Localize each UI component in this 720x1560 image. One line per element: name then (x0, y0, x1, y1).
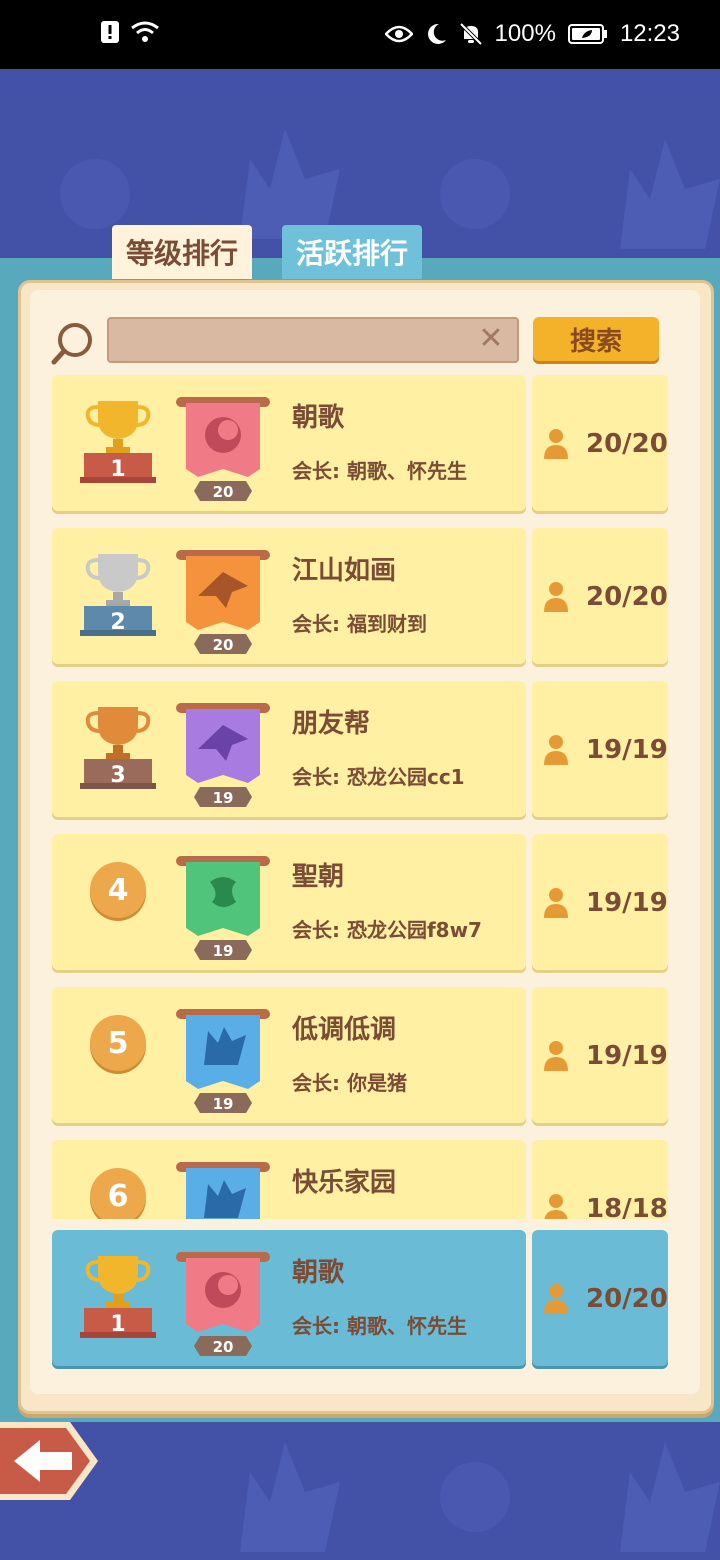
silver-trophy-icon: 2 (80, 554, 156, 636)
rank-badge: 4 (90, 862, 146, 918)
guild-banner: 19 (176, 703, 270, 807)
paw-print-icon (60, 159, 130, 229)
member-icon (544, 1284, 568, 1314)
ranking-row-main: 2 20 江山如画 会长: 福到财到 (52, 528, 526, 664)
back-button[interactable] (0, 1418, 100, 1504)
member-icon (544, 1194, 568, 1219)
member-count: 20/20 (586, 1284, 668, 1314)
member-count: 19/19 (586, 735, 668, 765)
ranking-row-main: 4 19 聖朝 会长: 恐龙公园f8w7 (52, 834, 526, 970)
clear-search-icon[interactable]: ✕ (475, 323, 507, 355)
guild-name: 朋友帮 (292, 709, 371, 739)
guild-leader: 会长: 你是猪 (292, 1071, 407, 1095)
status-left (100, 20, 160, 44)
ranking-row[interactable]: 3 19 朋友帮 会长: 恐龙公园cc1 19/19 (52, 681, 668, 819)
guild-level: 19 (213, 789, 234, 807)
eye-icon (384, 25, 413, 43)
mute-icon (459, 22, 482, 46)
alert-icon (101, 21, 119, 43)
ranking-row[interactable]: 6 快乐家园 18/18 (52, 1140, 668, 1219)
guild-name: 江山如画 (292, 556, 397, 586)
guild-leader: 会长: 朝歌、怀先生 (292, 1314, 467, 1338)
guild-name: 朝歌 (292, 403, 345, 433)
status-bar: 100% 12:23 (0, 0, 720, 69)
search-icon (51, 323, 92, 365)
guild-level: 20 (213, 636, 234, 654)
clock: 12:23 (619, 20, 680, 47)
member-count-cell: 18/18 (532, 1140, 668, 1219)
battery-percent: 100% (494, 20, 556, 47)
ranking-list[interactable]: 1 20 朝歌 会长: 朝歌、怀先生 20/20 2 20 江山如画 会长: 福… (52, 375, 668, 1219)
member-icon (544, 888, 568, 918)
battery-icon (567, 24, 607, 44)
member-count-cell: 20/20 (532, 375, 668, 511)
guild-banner: 19 (176, 856, 270, 960)
member-count-cell: 19/19 (532, 987, 668, 1123)
member-count: 20/20 (586, 429, 668, 459)
member-count: 19/19 (586, 888, 668, 918)
guild-leader: 会长: 福到财到 (292, 612, 427, 636)
ranking-row-main: 5 19 低调低调 会长: 你是猪 (52, 987, 526, 1123)
rank-badge: 5 (90, 1015, 146, 1071)
guild-name: 快乐家园 (292, 1168, 397, 1198)
guild-name: 聖朝 (292, 862, 345, 892)
member-count: 19/19 (586, 1041, 668, 1071)
tab-activity-ranking[interactable]: 活跃排行 (282, 225, 423, 279)
guild-name: 朝歌 (292, 1258, 345, 1288)
guild-banner: 19 (176, 1009, 270, 1113)
wifi-icon (131, 21, 159, 42)
guild-banner: 20 (176, 550, 270, 654)
guild-banner: 20 (176, 1252, 270, 1356)
ranking-row[interactable]: 2 20 江山如画 会长: 福到财到 20/20 (52, 528, 668, 666)
rank-number: 2 (110, 610, 125, 635)
gold-trophy-icon: 1 (80, 401, 156, 483)
member-icon (544, 735, 568, 765)
member-count-cell: 20/20 (532, 1230, 668, 1366)
guild-leader: 会长: 朝歌、怀先生 (292, 459, 467, 483)
moon-icon (427, 23, 446, 44)
ranking-row-main: 1 20 朝歌 会长: 朝歌、怀先生 (52, 1230, 526, 1366)
rank-number: 3 (110, 763, 125, 788)
guild-banner (176, 1162, 270, 1219)
ranking-row-main: 3 19 朋友帮 会长: 恐龙公园cc1 (52, 681, 526, 817)
guild-banner: 20 (176, 397, 270, 501)
member-count-cell: 20/20 (532, 528, 668, 664)
wolf-silhouette-icon (620, 1442, 720, 1552)
bronze-trophy-icon: 3 (80, 707, 156, 789)
guild-leader: 会长: 恐龙公园cc1 (292, 765, 465, 789)
rank-badge: 6 (90, 1168, 146, 1219)
background-bottom (0, 1422, 720, 1560)
member-icon (544, 429, 568, 459)
member-count-cell: 19/19 (532, 681, 668, 817)
guild-level: 20 (213, 1338, 234, 1356)
paw-print-icon (440, 159, 510, 229)
wolf-silhouette-icon (240, 1442, 340, 1552)
member-icon (544, 1041, 568, 1071)
search-button[interactable]: 搜索 (533, 317, 659, 361)
member-count: 20/20 (586, 582, 668, 612)
search-input[interactable]: ✕ (107, 317, 519, 363)
ranking-row[interactable]: 5 19 低调低调 会长: 你是猪 19/19 (52, 987, 668, 1125)
status-right: 100% 12:23 (384, 20, 680, 48)
guild-level: 19 (213, 942, 234, 960)
ranking-row[interactable]: 4 19 聖朝 会长: 恐龙公园f8w7 19/19 (52, 834, 668, 972)
rank-number: 1 (110, 457, 125, 482)
ranking-row[interactable]: 1 20 朝歌 会长: 朝歌、怀先生 20/20 (52, 375, 668, 513)
member-count-cell: 19/19 (532, 834, 668, 970)
member-count: 18/18 (586, 1194, 668, 1219)
member-icon (544, 582, 568, 612)
guild-name: 低调低调 (292, 1015, 397, 1045)
gold-trophy-icon: 1 (80, 1256, 156, 1338)
my-guild-ranking-row[interactable]: 1 20 朝歌 会长: 朝歌、怀先生 20/20 (52, 1230, 668, 1368)
wolf-silhouette-icon (620, 139, 720, 249)
paw-print-icon (440, 1462, 510, 1532)
guild-level: 19 (213, 1095, 234, 1113)
guild-leader: 会长: 恐龙公园f8w7 (292, 918, 482, 942)
guild-level: 20 (213, 483, 234, 501)
ranking-row-main: 1 20 朝歌 会长: 朝歌、怀先生 (52, 375, 526, 511)
ranking-row-main: 6 快乐家园 (52, 1140, 526, 1219)
tab-level-ranking[interactable]: 等级排行 (112, 225, 253, 279)
rank-number: 1 (110, 1312, 125, 1337)
